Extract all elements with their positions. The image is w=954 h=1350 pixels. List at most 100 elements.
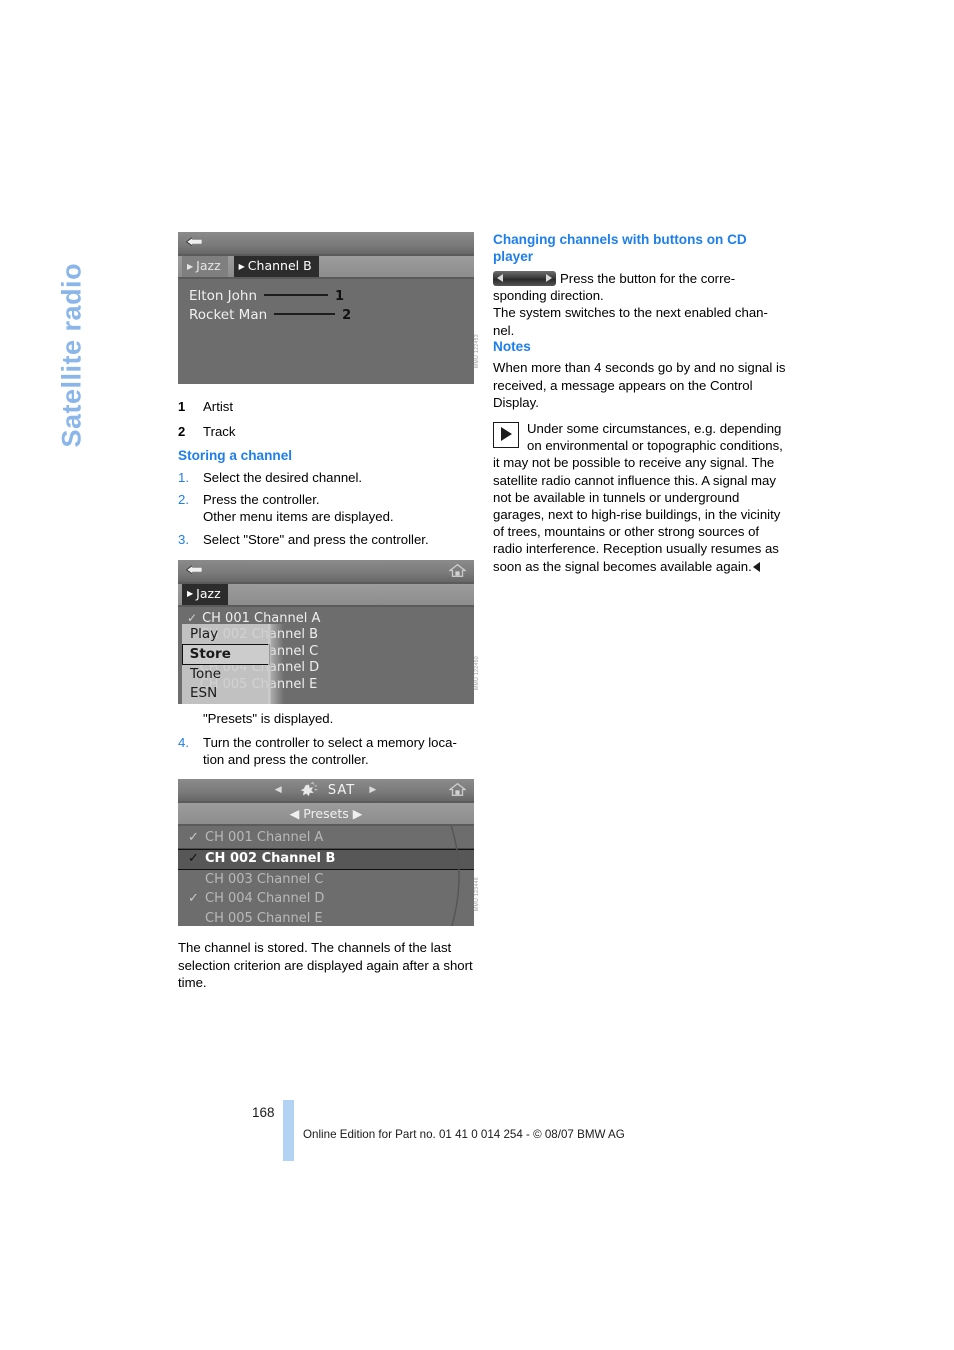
preset-label: CH 003 Channel C [205, 871, 324, 887]
storing-steps-list-cont: 4. Turn the controller to select a memor… [178, 734, 474, 768]
step-text: Turn the controller to select a memory l… [203, 734, 457, 750]
chapter-title: Satellite radio [56, 262, 87, 448]
step-number: 3. [178, 531, 189, 547]
chevron-right-icon: ▶ [187, 261, 194, 271]
presets-displayed-note: "Presets" is displayed. [203, 710, 334, 726]
breadcrumb-presets[interactable]: ◀ Presets ▶ [290, 805, 363, 822]
screen-body: ✓CH 001 Channel A CH 002 Channel B CH 00… [178, 606, 474, 704]
home-icon[interactable] [449, 563, 466, 578]
legend-label: Track [203, 424, 236, 440]
idrive-screen-3: ◀ SAT ▶ ◀ Presets ▶ ✓ CH 001 Channel A ✓… [178, 779, 474, 927]
screen-top-bar [178, 559, 474, 584]
menu-fade-edge [268, 623, 284, 704]
legend-label: Artist [203, 399, 234, 414]
back-arrow-icon[interactable] [185, 564, 204, 577]
chevron-left-icon: ◀ [289, 806, 300, 822]
step-number: 2. [178, 492, 189, 508]
presets-list: ✓ CH 001 Channel A ✓ CH 002 Channel B CH 0… [178, 826, 474, 926]
legend-number: 1 [178, 399, 186, 414]
cd-button-paragraph-c: The system switches to the next enabled … [493, 305, 768, 321]
triangle-right-icon [546, 274, 552, 282]
figure-now-playing: ▶ Jazz ▶ Channel B Elton John 1 Rocket Man 2… [178, 232, 480, 384]
step-subtext: Other menu items are displayed. [203, 509, 394, 525]
check-icon [188, 909, 205, 927]
preset-row-selected[interactable]: ✓ CH 002 Channel B [178, 848, 474, 870]
figure-code: MMU 123446 [473, 877, 480, 912]
step-text: Press the controller. [203, 492, 320, 508]
step-number: 1. [178, 469, 189, 485]
cd-button-paragraph-b: sponding direction. [493, 288, 604, 304]
now-playing-artist-row: Elton John 1 [189, 287, 474, 306]
legend-item: 1 Artist [178, 398, 474, 415]
screen-breadcrumbs: ◀ Presets ▶ [178, 803, 474, 827]
check-icon: ✓ [188, 830, 199, 846]
notes-paragraph-1: When more than 4 seconds go by and no si… [493, 360, 786, 410]
figure-presets: ◀ SAT ▶ ◀ Presets ▶ ✓ CH 001 Channel A ✓… [178, 779, 480, 927]
back-arrow-icon[interactable] [185, 236, 204, 249]
figure-code: MMU 122453 [473, 334, 480, 369]
preset-row[interactable]: ✓ CH 004 Channel D [178, 889, 474, 908]
check-icon: ✓ [188, 891, 199, 907]
now-playing-list: Elton John 1 Rocket Man 2 [178, 279, 474, 325]
footer-note: Online Edition for Part no. 01 41 0 014 … [303, 1128, 625, 1141]
breadcrumb-channel-b[interactable]: ▶ Channel B [233, 256, 319, 277]
preset-row[interactable]: ✓ CH 001 Channel A [178, 828, 474, 849]
callout-number: 2 [342, 308, 352, 323]
leader-line [264, 294, 329, 296]
chevron-right-icon[interactable]: ▶ [369, 785, 377, 795]
breadcrumb-jazz[interactable]: ▶ Jazz [182, 583, 228, 605]
screen-body: ✓ CH 001 Channel A ✓ CH 002 Channel B CH 0… [178, 826, 474, 927]
note-triangle-icon [493, 421, 519, 448]
screen-title-sat: ◀ SAT ▶ [178, 782, 474, 799]
screen-top-bar: ◀ SAT ▶ [178, 779, 474, 804]
preset-label: CH 005 Channel E [205, 910, 323, 926]
artist-value: Elton John [189, 288, 258, 304]
preset-row[interactable]: CH 003 Channel C [178, 870, 474, 889]
idrive-screen-1: ▶ Jazz ▶ Channel B Elton John 1 Rocket Man 2 [178, 232, 474, 384]
chevron-right-icon: ▶ [352, 806, 363, 822]
check-icon [188, 870, 205, 889]
triangle-left-icon [497, 274, 503, 282]
breadcrumb-label: Channel B [247, 258, 312, 274]
step-text: Select the desired channel. [203, 469, 363, 485]
page-number: 168 [252, 1105, 275, 1120]
menu-item-esn[interactable]: ESN [182, 684, 270, 703]
menu-item-tone[interactable]: Tone [182, 665, 270, 684]
chevron-left-icon[interactable]: ◀ [275, 785, 283, 795]
storing-steps-list: 1. Select the desired channel. 2. Press … [178, 469, 474, 548]
menu-item-play[interactable]: Play [182, 625, 270, 644]
screen-top-bar [178, 232, 474, 256]
leader-line [274, 313, 336, 315]
cd-button-paragraph-d: nel. [493, 322, 515, 338]
step-item: 3. Select "Store" and press the controll… [178, 531, 474, 548]
breadcrumb-jazz[interactable]: ▶ Jazz [182, 256, 228, 277]
scroll-arc[interactable] [448, 826, 470, 927]
track-value: Rocket Man [189, 307, 268, 323]
check-icon: ✓ [187, 610, 198, 625]
notes-paragraph-2: Under some circumstances, e.g. depending… [493, 420, 789, 575]
menu-item-store[interactable]: Store [182, 643, 270, 665]
step-subtext: tion and press the controller. [203, 752, 369, 768]
breadcrumb-label: Jazz [196, 258, 221, 274]
closing-paragraph: The channel is stored. The channels of t… [178, 940, 473, 990]
end-of-section-marker [752, 561, 760, 572]
figure-code: MMU 122450 [473, 655, 480, 690]
home-icon[interactable] [449, 782, 466, 797]
screen-breadcrumbs: ▶ Jazz ▶ Channel B [178, 256, 474, 279]
cd-button-paragraph: Press the button for the corre- [493, 270, 789, 287]
footer-accent-bar [283, 1100, 294, 1161]
step-text: Select "Store" and press the controller. [203, 531, 429, 547]
figure-store-menu: ▶Jazz ✓CH 001 Channel A CH 002 Channel B… [178, 559, 480, 704]
figure-legend: 1 Artist 2 Track [178, 398, 474, 440]
heading-storing-a-channel: Storing a channel [178, 448, 293, 464]
now-playing-track-row: Rocket Man 2 [189, 306, 474, 325]
right-column: Changing channels with buttons on CD pla… [493, 232, 789, 575]
notes-paragraph-2-text: Under some circumstances, e.g. depending… [493, 420, 783, 574]
preset-row[interactable]: CH 005 Channel E [178, 909, 474, 927]
idrive-screen-2: ▶Jazz ✓CH 001 Channel A CH 002 Channel B… [178, 559, 474, 704]
breadcrumb-label: Jazz [196, 585, 221, 601]
cd-seek-button-icon[interactable] [493, 271, 556, 286]
heading-notes: Notes [493, 338, 531, 354]
step-number: 4. [178, 734, 189, 750]
left-column: ▶ Jazz ▶ Channel B Elton John 1 Rocket Man 2… [178, 232, 480, 991]
